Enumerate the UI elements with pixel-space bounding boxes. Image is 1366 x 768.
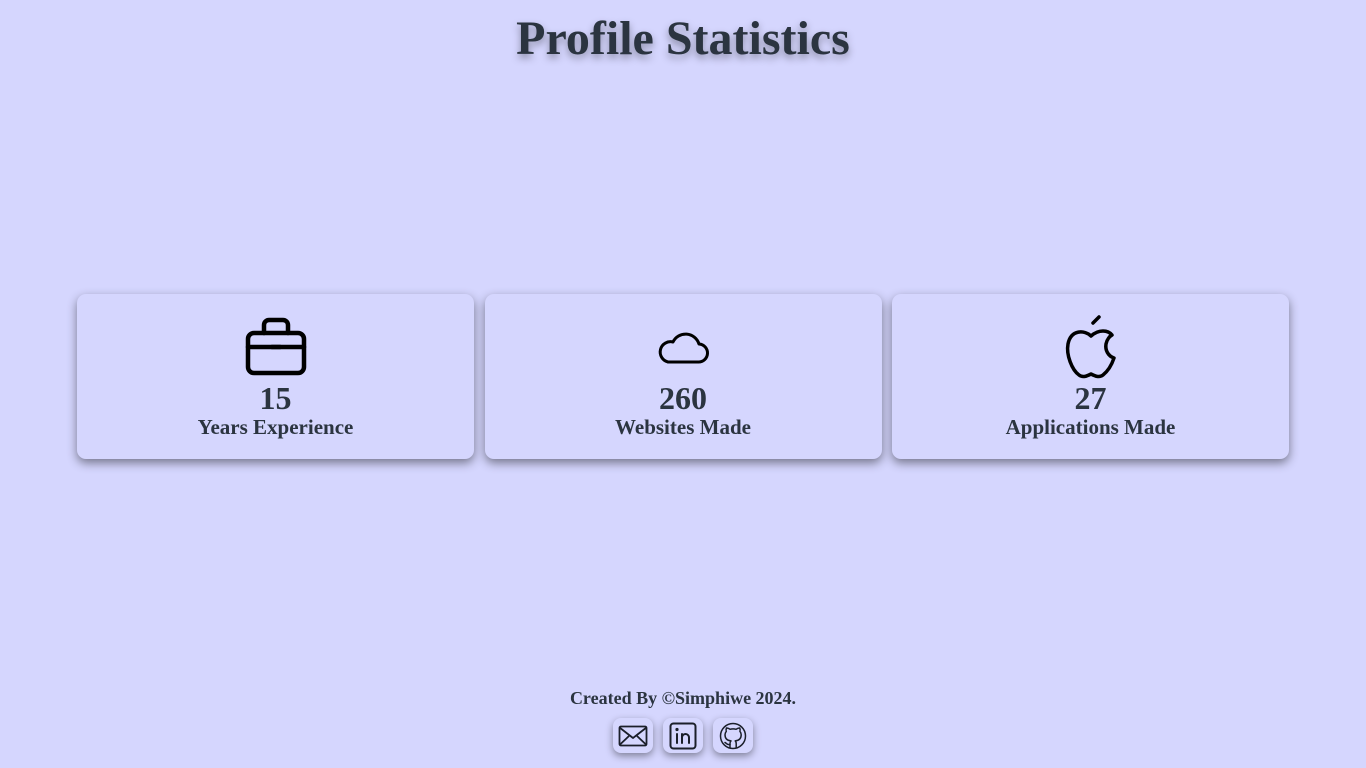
stat-card-applications: 27 Applications Made [892,294,1289,459]
stat-label: Years Experience [197,415,354,439]
footer-credit: Created By ©Simphiwe 2024. [569,688,797,708]
mail-link-button[interactable] [613,718,653,753]
stat-card-websites: 260 Websites Made [484,294,882,459]
page-title: Profile Statistics [516,12,850,65]
stat-value: 15 [259,380,292,416]
stat-label: Websites Made [615,415,751,439]
social-links [0,718,1366,753]
stat-card-experience: 15 Years Experience [77,294,474,459]
stats-cards: 15 Years Experience 260 Websites Made 27… [77,294,1289,459]
linkedin-link-button[interactable] [663,718,703,753]
linkedin-icon [669,722,697,749]
cloud-icon [650,314,716,380]
stat-value: 260 [659,380,707,416]
stat-value: 27 [1074,380,1107,416]
github-icon [719,722,747,749]
mail-icon [618,725,648,746]
apple-icon [1058,314,1124,380]
stat-label: Applications Made [1005,415,1176,439]
briefcase-icon [243,314,309,380]
github-link-button[interactable] [713,718,753,753]
